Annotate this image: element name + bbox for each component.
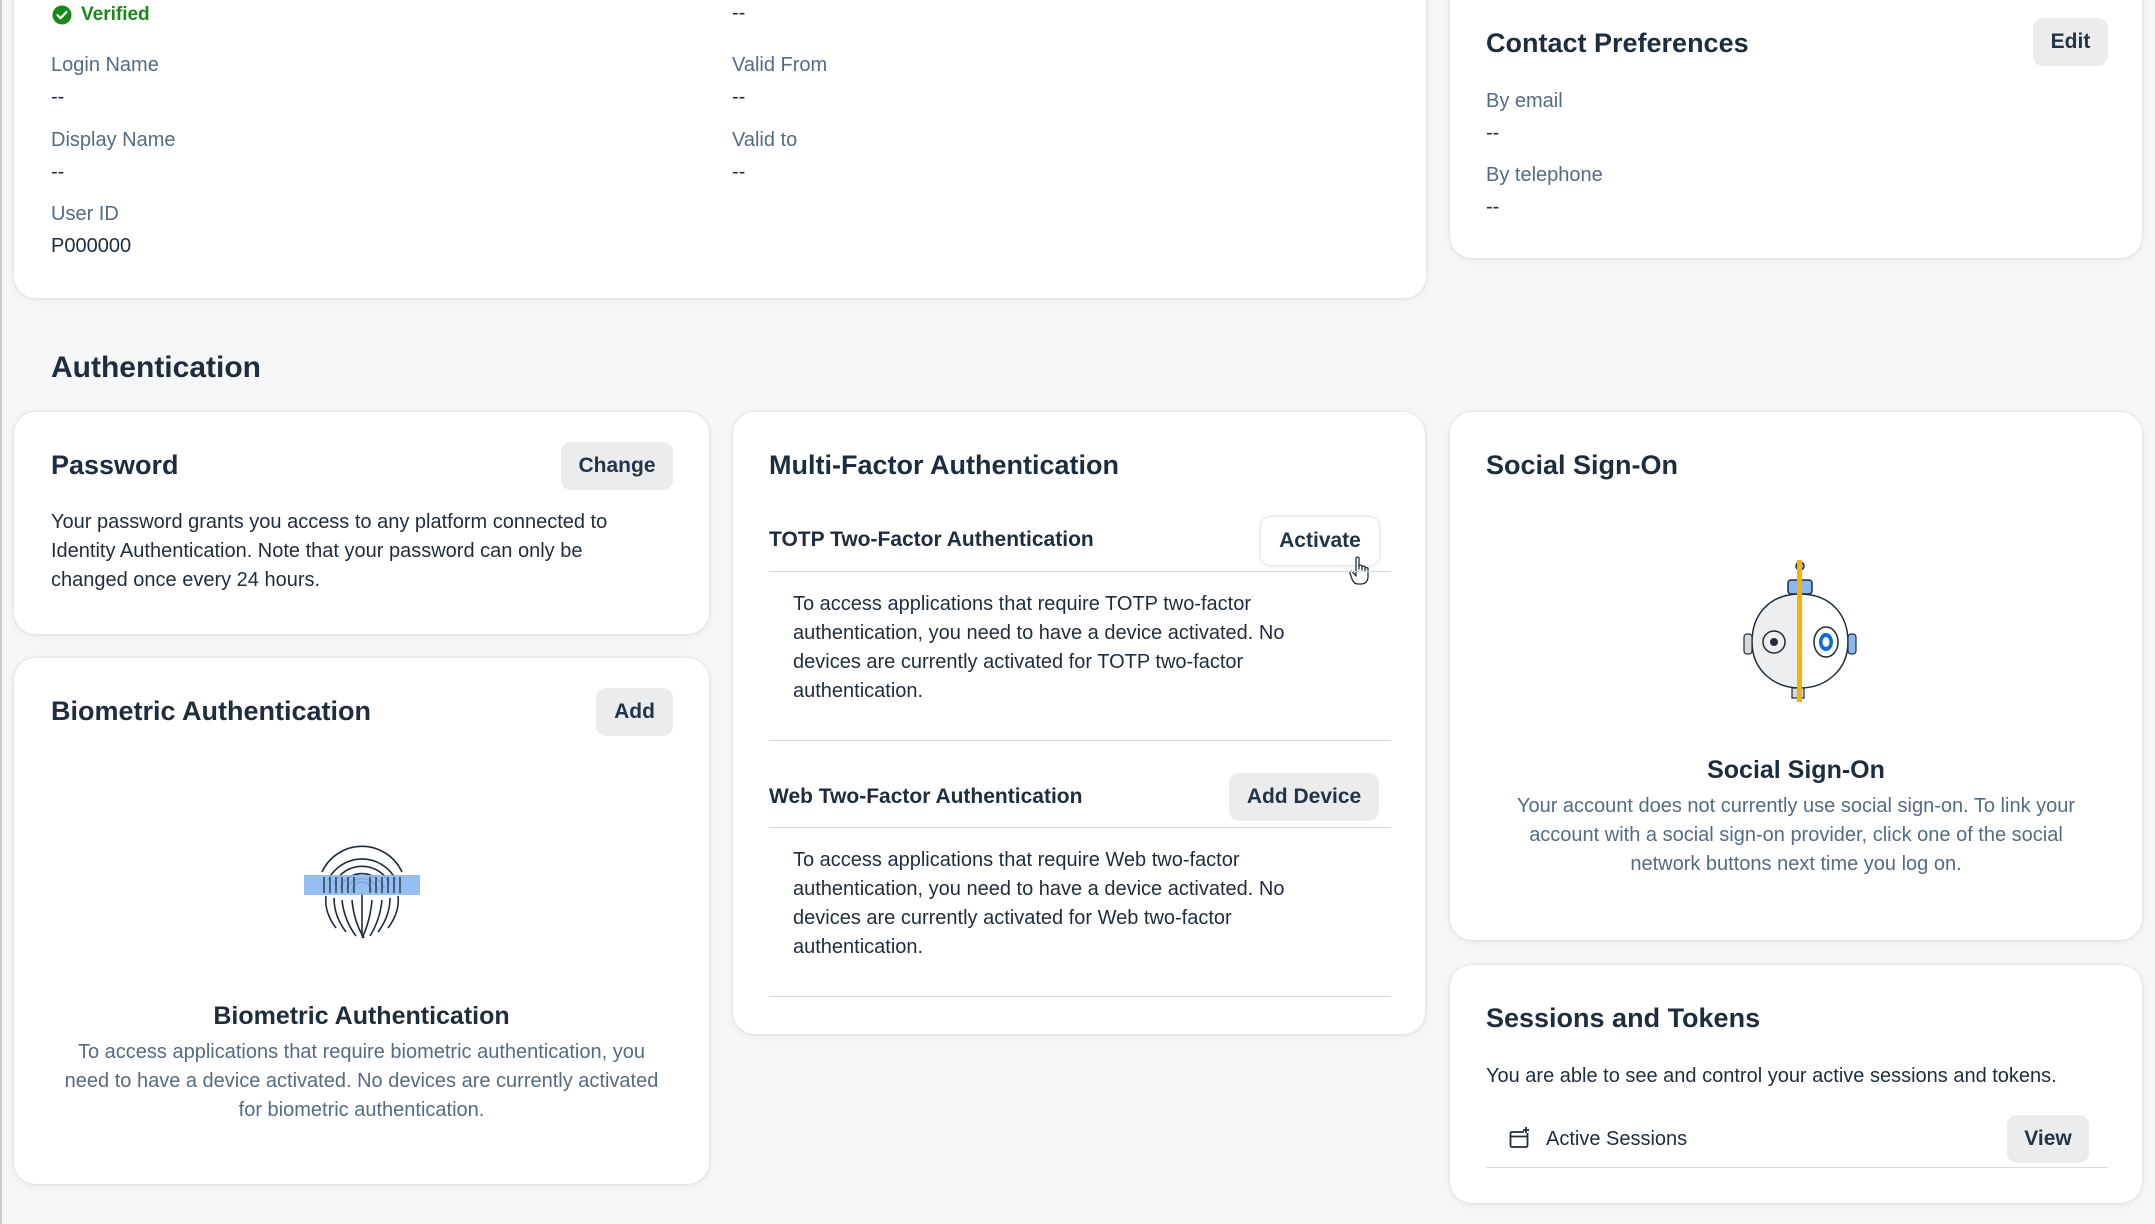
verified-label: Verified <box>81 4 150 25</box>
totp-divider-bottom <box>769 740 1391 741</box>
authentication-section-title: Authentication <box>51 351 261 384</box>
biometric-card: Biometric Authentication Add Biometric A… <box>14 658 709 1184</box>
valid-from-label: Valid From <box>732 54 828 76</box>
window-edge <box>0 0 2 1224</box>
mfa-title: Multi-Factor Authentication <box>769 450 1119 480</box>
by-telephone-value: -- <box>1486 196 1500 218</box>
login-name-label: Login Name <box>51 54 159 76</box>
social-empty-text: Your account does not currently use soci… <box>1516 795 2076 875</box>
web-2fa-divider-bottom <box>769 996 1391 997</box>
totp-title: TOTP Two-Factor Authentication <box>769 528 1094 551</box>
social-sign-on-card: Social Sign-On Social Sign-On Your accou… <box>1450 412 2142 940</box>
valid-to-value: -- <box>732 161 746 183</box>
password-description: Your password grants you access to any p… <box>51 511 608 591</box>
view-sessions-button[interactable]: View <box>2007 1115 2089 1163</box>
login-name-value: -- <box>51 86 65 108</box>
web-2fa-description: To access applications that require Web … <box>793 849 1285 958</box>
totp-divider-top <box>769 571 1391 572</box>
password-title: Password <box>51 450 179 480</box>
contact-preferences-title: Contact Preferences <box>1486 28 1749 58</box>
valid-from-value: -- <box>732 86 746 108</box>
display-name-label: Display Name <box>51 129 176 151</box>
calendar-add-icon <box>1508 1126 1532 1150</box>
biometric-empty-title: Biometric Authentication <box>213 1002 510 1030</box>
web-2fa-title: Web Two-Factor Authentication <box>769 785 1083 808</box>
user-id-label: User ID <box>51 203 119 225</box>
social-empty-title: Social Sign-On <box>1707 756 1885 784</box>
password-card: Password Change Your password grants you… <box>14 412 709 634</box>
robot-illustration-icon <box>1730 550 1870 710</box>
social-sign-on-title: Social Sign-On <box>1486 450 1679 480</box>
active-sessions-label: Active Sessions <box>1546 1128 1688 1150</box>
active-sessions-divider <box>1486 1167 2108 1168</box>
profile-card: Verified -- Login Name -- Valid From -- … <box>14 0 1426 298</box>
sessions-tokens-description: You are able to see and control your act… <box>1486 1065 2057 1087</box>
top-value: -- <box>732 2 746 24</box>
sessions-tokens-card: Sessions and Tokens You are able to see … <box>1450 965 2142 1203</box>
active-sessions-row[interactable]: Active Sessions View <box>1486 1110 2108 1168</box>
display-name-value: -- <box>51 161 65 183</box>
check-circle-icon <box>52 5 72 25</box>
edit-contact-button[interactable]: Edit <box>2033 18 2108 66</box>
biometric-title: Biometric Authentication <box>51 696 372 726</box>
web-2fa-divider-top <box>769 827 1391 828</box>
by-email-value: -- <box>1486 122 1500 144</box>
totp-description: To access applications that require TOTP… <box>793 593 1285 702</box>
add-biometric-button[interactable]: Add <box>596 688 673 736</box>
valid-to-label: Valid to <box>732 129 798 151</box>
add-device-button[interactable]: Add Device <box>1229 773 1379 821</box>
sessions-tokens-title: Sessions and Tokens <box>1486 1003 1761 1033</box>
contact-preferences-card: Contact Preferences Edit By email -- By … <box>1450 0 2142 258</box>
user-id-value: P000000 <box>51 235 132 257</box>
fingerprint-icon <box>290 832 434 942</box>
biometric-empty-text: To access applications that require biom… <box>64 1041 659 1121</box>
verified-status: Verified <box>52 4 150 26</box>
by-telephone-label: By telephone <box>1486 164 1603 186</box>
change-password-button[interactable]: Change <box>561 442 673 490</box>
by-email-label: By email <box>1486 90 1563 112</box>
mfa-card: Multi-Factor Authentication TOTP Two-Fac… <box>733 412 1425 1034</box>
